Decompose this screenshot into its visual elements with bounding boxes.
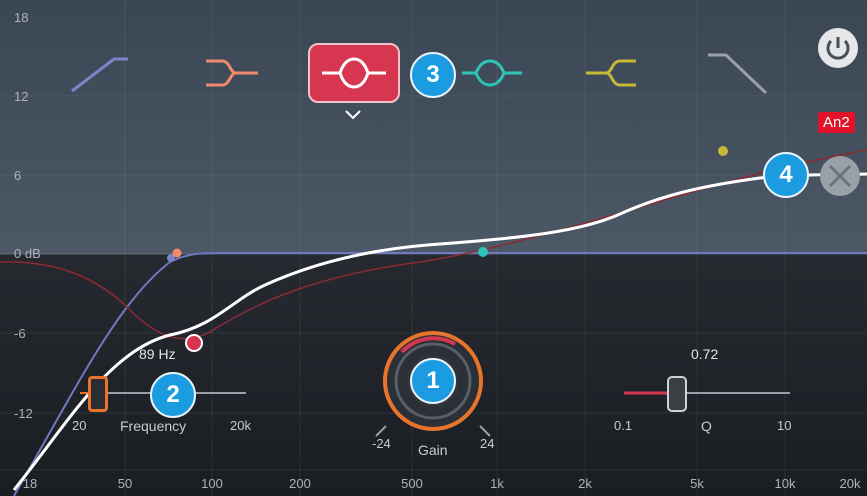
freq-label-50: 50 xyxy=(117,476,133,491)
freq-label-20k: 20k xyxy=(839,476,861,491)
frequency-min-label: 20 xyxy=(72,418,87,433)
freq-label-5k: 5k xyxy=(690,476,704,491)
freq-label-1k: 1k xyxy=(490,476,504,491)
notch-filter-icon xyxy=(462,59,522,87)
freq-label-100: 100 xyxy=(201,476,223,491)
chevron-down-icon[interactable] xyxy=(343,108,363,122)
frequency-label: Frequency xyxy=(120,418,187,434)
callout-badge-4: 4 xyxy=(763,152,809,198)
frequency-slider-thumb[interactable] xyxy=(88,376,108,412)
gain-min-label: -24 xyxy=(372,436,391,451)
high-shelf-filter-icon xyxy=(586,59,636,87)
low-pass-filter-button[interactable] xyxy=(700,48,770,98)
analyzer-tag[interactable]: An2 xyxy=(818,112,855,133)
gain-knob[interactable] xyxy=(385,333,481,429)
db-label-minus-6: -6 xyxy=(14,326,26,341)
q-label: Q xyxy=(701,418,712,434)
low-shelf-filter-icon xyxy=(206,59,258,87)
low-pass-filter-icon xyxy=(708,53,768,95)
gain-max-label: 24 xyxy=(480,436,495,451)
freq-label-500: 500 xyxy=(401,476,423,491)
frequency-max-label: 20k xyxy=(230,418,251,433)
freq-label-2k: 2k xyxy=(578,476,592,491)
close-icon xyxy=(828,164,852,188)
freq-label-18: 18 xyxy=(22,476,38,491)
power-icon xyxy=(826,37,850,60)
callout-badge-2: 2 xyxy=(150,372,196,418)
eq-display[interactable]: 18 12 6 0 dB -6 -12 18 50 100 200 500 1k… xyxy=(0,0,867,496)
power-button[interactable] xyxy=(818,28,858,68)
db-label-18: 18 xyxy=(14,10,29,25)
high-pass-filter-button[interactable] xyxy=(64,48,134,98)
high-pass-filter-icon xyxy=(71,57,128,93)
callout-badge-3: 3 xyxy=(410,52,456,98)
notch-filter-button[interactable] xyxy=(458,48,528,98)
remove-band-button[interactable] xyxy=(820,156,860,196)
q-min-label: 0.1 xyxy=(614,418,633,433)
db-label-6: 6 xyxy=(14,168,22,183)
freq-label-10k: 10k xyxy=(774,476,796,491)
q-value: 0.72 xyxy=(691,346,719,362)
bell-filter-icon xyxy=(322,57,386,89)
db-label-0: 0 dB xyxy=(14,246,41,261)
low-shelf-filter-button[interactable] xyxy=(196,48,266,98)
gain-label: Gain xyxy=(418,442,448,458)
db-label-12: 12 xyxy=(14,89,29,104)
q-max-label: 10 xyxy=(777,418,792,433)
freq-label-200: 200 xyxy=(289,476,311,491)
db-label-minus-12: -12 xyxy=(14,406,33,421)
q-slider-thumb[interactable] xyxy=(667,376,687,412)
frequency-value: 89 Hz xyxy=(139,346,176,362)
bell-filter-button[interactable] xyxy=(308,43,400,103)
high-shelf-filter-button[interactable] xyxy=(576,48,646,98)
